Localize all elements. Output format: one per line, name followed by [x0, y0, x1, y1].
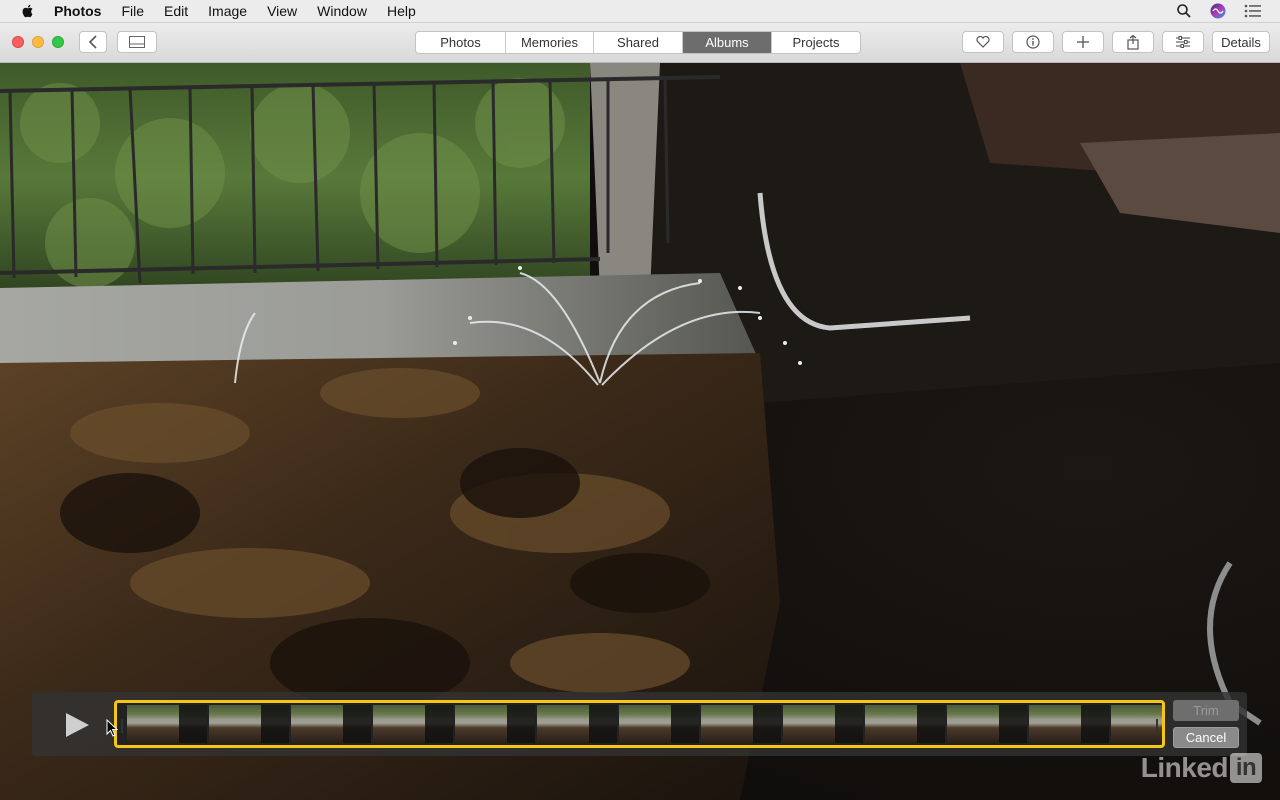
menu-app-name[interactable]: Photos [54, 3, 101, 19]
filmstrip-frame [947, 705, 1027, 743]
notification-center-icon[interactable] [1244, 4, 1262, 18]
menu-view[interactable]: View [267, 3, 297, 19]
filmstrip-frame [209, 705, 289, 743]
cancel-button[interactable]: Cancel [1173, 727, 1239, 748]
video-frame-image [0, 63, 1280, 800]
filmstrip-frame [291, 705, 371, 743]
add-icon [1077, 36, 1089, 48]
filmstrip-frame [1029, 705, 1109, 743]
menu-window[interactable]: Window [317, 3, 367, 19]
menu-file[interactable]: File [121, 3, 144, 19]
trim-start-handle[interactable] [121, 719, 123, 733]
view-tabs: Photos Memories Shared Albums Projects [415, 31, 861, 54]
search-icon[interactable] [1176, 3, 1192, 19]
adjust-icon [1176, 36, 1190, 48]
window-minimize-button[interactable] [32, 36, 44, 48]
play-icon[interactable] [62, 710, 92, 740]
adjust-button[interactable] [1162, 31, 1204, 53]
window-close-button[interactable] [12, 36, 24, 48]
linkedin-logo-icon: in [1230, 753, 1262, 783]
filmstrip-frame [701, 705, 781, 743]
filmstrip-frame [619, 705, 699, 743]
menu-help[interactable]: Help [387, 3, 416, 19]
sidebar-toggle-button[interactable] [117, 31, 157, 53]
info-icon [1026, 35, 1040, 49]
menu-edit[interactable]: Edit [164, 3, 188, 19]
tab-albums[interactable]: Albums [683, 32, 772, 53]
menu-bar: Photos File Edit Image View Window Help [0, 0, 1280, 23]
share-button[interactable] [1112, 31, 1154, 53]
linkedin-watermark: Linked in [1141, 752, 1262, 784]
favorite-button[interactable] [962, 31, 1004, 53]
back-button[interactable] [79, 31, 107, 53]
filmstrip-frame [455, 705, 535, 743]
toolbar: Photos Memories Shared Albums Projects D… [0, 23, 1280, 63]
back-icon [88, 35, 97, 49]
tab-projects[interactable]: Projects [772, 32, 860, 53]
tab-photos[interactable]: Photos [416, 32, 506, 53]
trim-button[interactable]: Trim [1173, 700, 1239, 721]
siri-icon[interactable] [1210, 3, 1226, 19]
window-zoom-button[interactable] [52, 36, 64, 48]
menu-image[interactable]: Image [208, 3, 247, 19]
filmstrip-frame [865, 705, 945, 743]
watermark-text: Linked [1140, 752, 1229, 783]
heart-icon [976, 36, 990, 48]
info-button[interactable] [1012, 31, 1054, 53]
video-preview [0, 63, 1280, 800]
share-icon [1127, 34, 1139, 50]
filmstrip-frame [783, 705, 863, 743]
add-button[interactable] [1062, 31, 1104, 53]
filmstrip-frame [537, 705, 617, 743]
apple-icon[interactable] [20, 3, 36, 19]
tab-shared[interactable]: Shared [594, 32, 683, 53]
tab-memories[interactable]: Memories [506, 32, 594, 53]
details-button[interactable]: Details [1212, 31, 1270, 53]
filmstrip-frame [373, 705, 453, 743]
sidebar-icon [129, 36, 145, 48]
filmstrip-frame [127, 705, 207, 743]
mouse-cursor-icon [106, 719, 118, 737]
trim-end-handle[interactable] [1156, 719, 1158, 733]
trim-filmstrip[interactable] [114, 700, 1165, 748]
